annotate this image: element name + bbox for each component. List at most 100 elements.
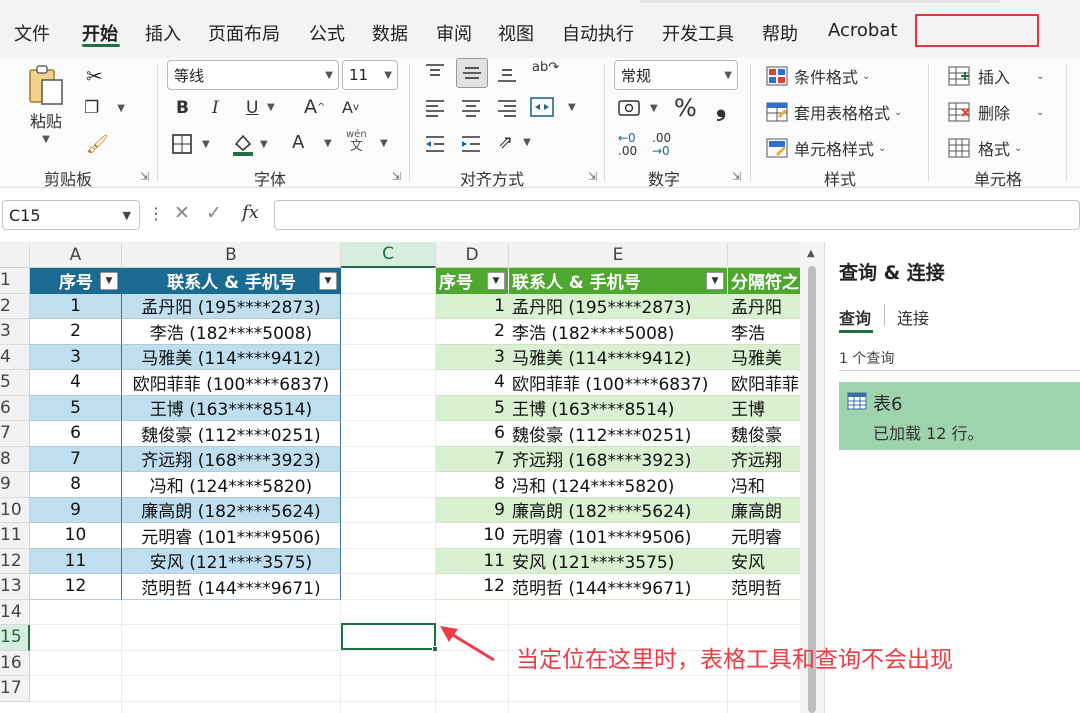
format-as-table-button[interactable]: 套用表格格式 ⌄ — [766, 100, 902, 124]
format-cells-button[interactable]: 格式 ⌄ — [948, 136, 1022, 160]
table2-cell[interactable]: 安风 (121****3575) — [509, 548, 728, 574]
table1-cell[interactable]: 王博 (163****8514) — [122, 395, 341, 421]
formula-input[interactable] — [274, 200, 1080, 230]
row-header-5[interactable]: 5 — [0, 370, 30, 396]
table2-cell[interactable]: 马雅美 — [728, 344, 808, 370]
table2-cell[interactable]: 8 — [436, 472, 509, 498]
confirm-icon[interactable]: ✓ — [206, 202, 222, 224]
decrease-decimal-button[interactable]: .00 →0 — [652, 132, 671, 157]
row-header-6[interactable]: 6 — [0, 395, 30, 421]
text-direction-button[interactable]: ⇗ ▼ — [498, 132, 531, 153]
phonetic-chevron-icon[interactable]: ▼ — [376, 138, 388, 149]
table1-cell[interactable]: 4 — [30, 370, 122, 396]
table2-cell[interactable]: 2 — [436, 319, 509, 345]
row-header-1[interactable]: 1 — [0, 268, 30, 294]
table2-cell[interactable]: 7 — [436, 446, 509, 472]
table1-cell[interactable]: 元明睿 (101****9506) — [122, 523, 341, 549]
table2-cell[interactable]: 廉高朗 (182****5624) — [509, 497, 728, 523]
select-all-corner[interactable] — [0, 242, 30, 268]
copy-button[interactable]: ❐ ▼ — [84, 98, 125, 118]
table2-cell[interactable]: 冯和 (124****5820) — [509, 472, 728, 498]
table2-cell[interactable]: 李浩 — [728, 319, 808, 345]
phonetic-button[interactable]: wén 文 — [346, 130, 367, 154]
tab-review[interactable]: 审阅 — [436, 20, 472, 46]
column-header-f[interactable] — [728, 242, 808, 268]
align-left-button[interactable] — [424, 98, 446, 118]
tab-connections[interactable]: 连接 — [897, 305, 929, 329]
tab-developer[interactable]: 开发工具 — [662, 20, 734, 46]
table2-cell[interactable]: 欧阳菲菲 — [728, 370, 808, 396]
active-cell-c15[interactable] — [341, 623, 436, 650]
column-header-a[interactable]: A — [30, 242, 122, 268]
table1-cell[interactable]: 8 — [30, 472, 122, 498]
tab-acrobat[interactable]: Acrobat — [828, 20, 897, 41]
table2-cell[interactable]: 魏俊豪 — [728, 421, 808, 447]
cut-icon[interactable]: ✂ — [86, 64, 103, 88]
row-header-2[interactable]: 2 — [0, 293, 30, 319]
row-header-11[interactable]: 11 — [0, 523, 30, 549]
table2-cell[interactable]: 孟丹阳 (195****2873) — [509, 293, 728, 319]
table2-cell[interactable]: 马雅美 (114****9412) — [509, 344, 728, 370]
table1-cell[interactable]: 廉高朗 (182****5624) — [122, 497, 341, 523]
table2-cell[interactable]: 1 — [436, 293, 509, 319]
table2-cell[interactable]: 3 — [436, 344, 509, 370]
alignment-launcher-icon[interactable]: ⇲ — [588, 170, 597, 183]
column-header-d[interactable]: D — [436, 242, 509, 268]
table2-cell[interactable]: 元明睿 — [728, 523, 808, 549]
tab-help[interactable]: 帮助 — [762, 20, 798, 46]
table2-cell[interactable]: 王博 — [728, 395, 808, 421]
align-middle-button[interactable] — [456, 58, 488, 88]
table2-cell[interactable]: 12 — [436, 574, 509, 600]
table2-cell[interactable]: 齐远翔 (168****3923) — [509, 446, 728, 472]
row-header-3[interactable]: 3 — [0, 319, 30, 345]
table2-cell[interactable]: 5 — [436, 395, 509, 421]
table2-cell[interactable]: 魏俊豪 (112****0251) — [509, 421, 728, 447]
align-center-button[interactable] — [460, 98, 482, 118]
delete-cells-button[interactable]: 删除 ⌄ — [948, 100, 1044, 124]
table2-cell[interactable]: 元明睿 (101****9506) — [509, 523, 728, 549]
table2-cell[interactable]: 范明哲 (144****9671) — [509, 574, 728, 600]
table1-cell[interactable]: 马雅美 (114****9412) — [122, 344, 341, 370]
row-header-12[interactable]: 12 — [0, 548, 30, 574]
tab-view[interactable]: 视图 — [498, 20, 534, 46]
table1-cell[interactable]: 9 — [30, 497, 122, 523]
font-size-select[interactable]: 11 ▼ — [342, 60, 398, 90]
filter-dropdown-icon[interactable]: ▼ — [100, 272, 118, 290]
name-box[interactable]: C15 ▼ — [2, 200, 140, 230]
row-header-17[interactable]: 17 — [0, 676, 30, 702]
table2-cell[interactable]: 李浩 (182****5008) — [509, 319, 728, 345]
row-header-4[interactable]: 4 — [0, 344, 30, 370]
fill-color-button[interactable]: ▼ — [232, 132, 268, 156]
orientation-icon[interactable]: ab↷ — [532, 60, 559, 75]
table1-cell[interactable]: 12 — [30, 574, 122, 600]
table1-cell[interactable]: 齐远翔 (168****3923) — [122, 446, 341, 472]
italic-button[interactable]: I — [212, 98, 219, 118]
table2-cell[interactable]: 冯和 — [728, 472, 808, 498]
number-format-select[interactable]: 常规 ▼ — [614, 60, 738, 90]
borders-button[interactable]: ▼ — [172, 134, 210, 154]
table2-cell[interactable]: 范明哲 — [728, 574, 808, 600]
table1-cell[interactable]: 6 — [30, 421, 122, 447]
tab-formulas[interactable]: 公式 — [309, 20, 345, 46]
shrink-font-button[interactable]: Av — [342, 98, 359, 117]
table1-cell[interactable]: 1 — [30, 293, 122, 319]
cell-styles-button[interactable]: 单元格样式 ⌄ — [766, 136, 886, 160]
paste-button[interactable]: 粘贴 ▼ — [26, 64, 66, 145]
table2-cell[interactable]: 11 — [436, 548, 509, 574]
table1-cell[interactable]: 魏俊豪 (112****0251) — [122, 421, 341, 447]
underline-chevron-icon[interactable]: ▼ — [263, 102, 275, 113]
table2-cell[interactable]: 孟丹阳 — [728, 293, 808, 319]
format-painter-icon[interactable]: 🖌 — [86, 134, 109, 155]
table1-cell[interactable]: 11 — [30, 548, 122, 574]
tab-insert[interactable]: 插入 — [145, 20, 181, 46]
table1-cell[interactable]: 10 — [30, 523, 122, 549]
filter-dropdown-icon[interactable]: ▼ — [706, 272, 724, 290]
number-launcher-icon[interactable]: ⇲ — [732, 170, 741, 183]
tab-home[interactable]: 开始 — [82, 20, 118, 46]
table2-cell[interactable]: 10 — [436, 523, 509, 549]
row-header-15[interactable]: 15 — [0, 625, 30, 651]
font-launcher-icon[interactable]: ⇲ — [392, 170, 401, 183]
tab-automate[interactable]: 自动执行 — [562, 20, 634, 46]
merge-center-button[interactable]: ▼ — [530, 96, 576, 118]
table1-cell[interactable]: 范明哲 (144****9671) — [122, 574, 341, 600]
